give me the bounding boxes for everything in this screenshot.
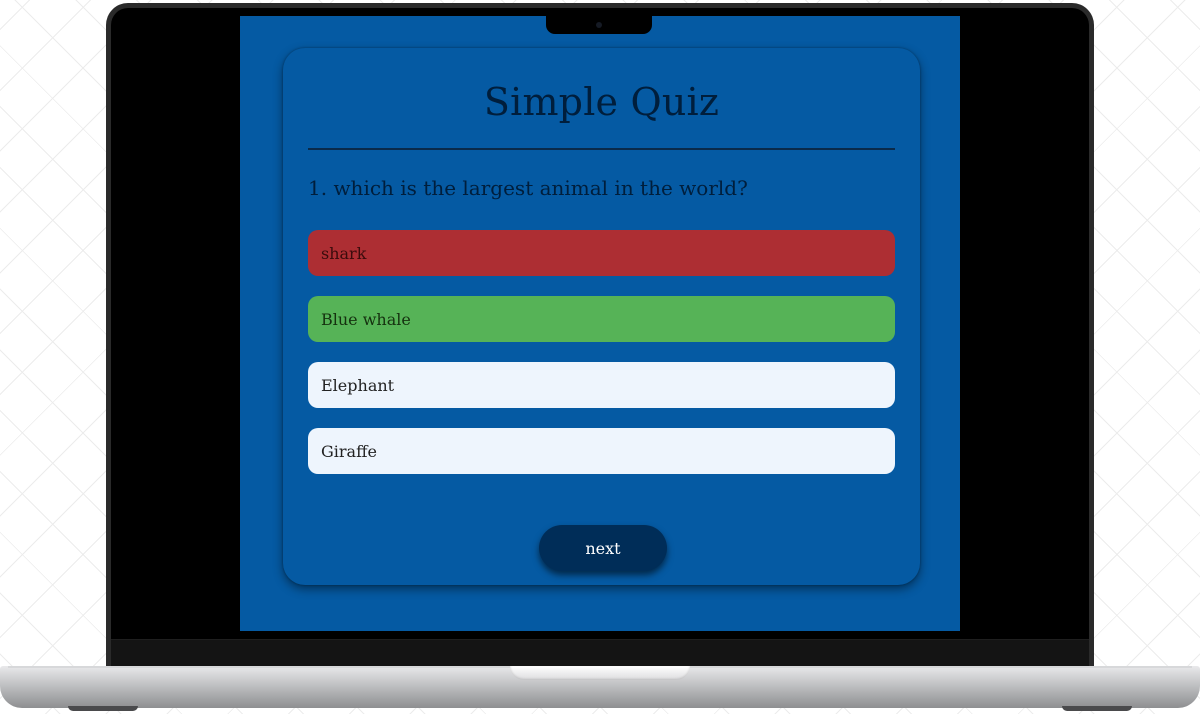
answer-button-giraffe[interactable]: Giraffe [308,428,895,474]
title-divider [308,148,895,150]
trackpad-notch [510,666,690,680]
camera-notch [546,16,652,34]
quiz-card: Simple Quiz 1. which is the largest anim… [283,48,920,585]
question-text: 1. which is the largest animal in the wo… [308,176,748,200]
browser-viewport: Simple Quiz 1. which is the largest anim… [240,16,960,631]
answer-button-shark[interactable]: shark [308,230,895,276]
quiz-title: Simple Quiz [483,80,720,124]
camera-icon [596,22,602,28]
answer-button-elephant[interactable]: Elephant [308,362,895,408]
laptop-foot-right [1062,706,1132,711]
answer-button-blue-whale[interactable]: Blue whale [308,296,895,342]
answer-list: shark Blue whale Elephant Giraffe [308,230,895,494]
laptop-base [0,666,1200,708]
next-button[interactable]: next [539,525,667,571]
laptop-foot-left [68,706,138,711]
